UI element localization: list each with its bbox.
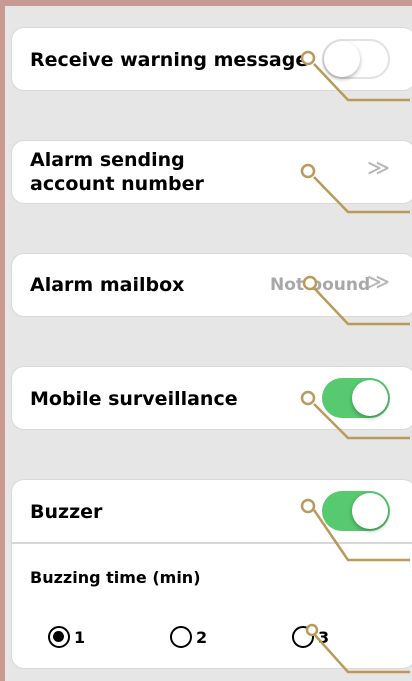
toggle-knob: [352, 493, 388, 529]
alarm-account-label-line2: account number: [30, 173, 204, 195]
divider: [12, 542, 412, 544]
mobile-surveillance-label: Mobile surveillance: [30, 388, 238, 410]
receive-warning-label: Receive warning message: [30, 49, 309, 71]
settings-screen: Receive warning message Alarm sending ac…: [5, 6, 412, 681]
buzzing-time-option-3-label: 3: [318, 628, 330, 647]
receive-warning-toggle[interactable]: [322, 39, 390, 79]
buzzing-time-option-2-label: 2: [196, 628, 208, 647]
buzzing-time-option-1-label: 1: [74, 628, 86, 647]
receive-warning-row: Receive warning message: [12, 28, 412, 90]
alarm-mailbox-label: Alarm mailbox: [30, 274, 185, 296]
buzzing-time-label: Buzzing time (min): [30, 568, 201, 587]
buzzing-time-option-2-radio[interactable]: [170, 626, 192, 648]
alarm-mailbox-value: Not bound: [270, 275, 371, 295]
chevron-right-icon: ≫: [367, 156, 391, 181]
mobile-surveillance-row: Mobile surveillance: [12, 367, 412, 429]
buzzing-time-option-1-radio[interactable]: [48, 626, 70, 648]
toggle-knob: [324, 41, 360, 77]
buzzing-time-option-3-radio[interactable]: [292, 626, 314, 648]
toggle-knob: [352, 380, 388, 416]
buzzer-toggle[interactable]: [322, 491, 390, 531]
alarm-mailbox-row[interactable]: Alarm mailbox Not bound ≫: [12, 254, 412, 316]
alarm-account-label-line1: Alarm sending: [30, 149, 185, 171]
buzzer-label: Buzzer: [30, 501, 103, 523]
buzzer-card: Buzzer Buzzing time (min) 1 2 3: [12, 480, 412, 668]
chevron-right-icon: ≫: [367, 270, 391, 295]
alarm-account-row[interactable]: Alarm sending account number ≫: [12, 141, 412, 203]
mobile-surveillance-toggle[interactable]: [322, 378, 390, 418]
